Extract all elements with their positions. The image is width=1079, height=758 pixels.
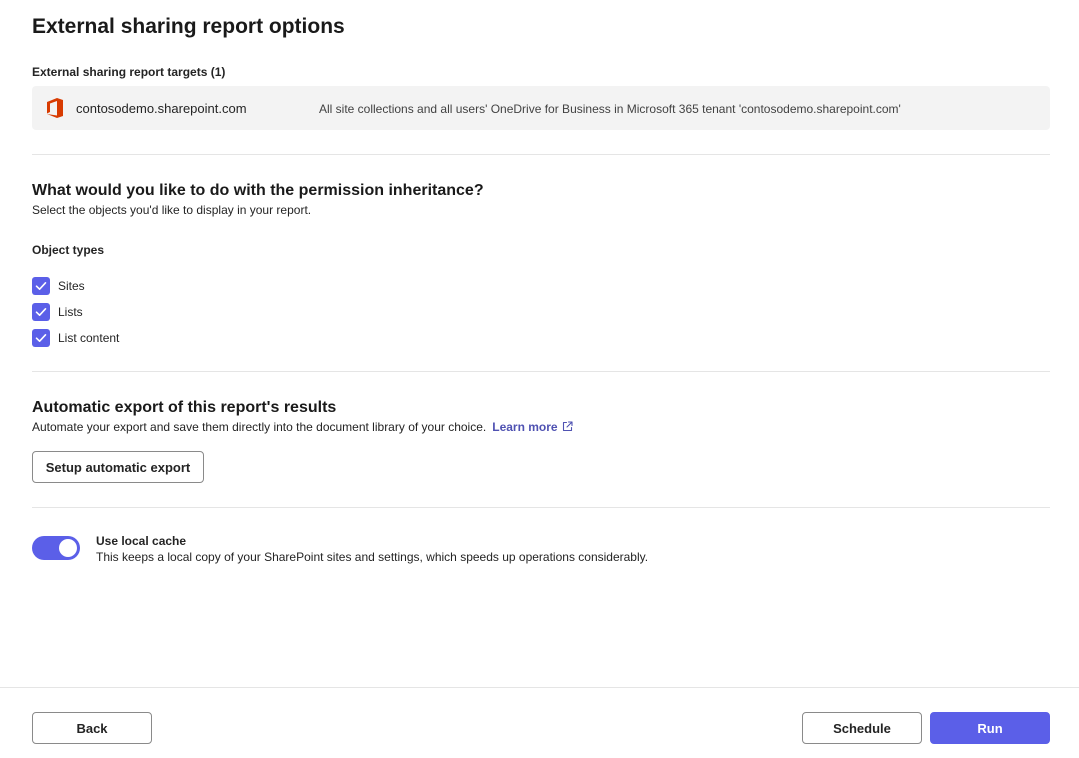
footer-divider: [0, 687, 1079, 688]
toggle-knob: [59, 539, 77, 557]
target-row[interactable]: contosodemo.sharepoint.com All site coll…: [32, 86, 1050, 130]
target-description: All site collections and all users' OneD…: [319, 102, 901, 116]
export-subtitle-text: Automate your export and save them direc…: [32, 420, 487, 434]
checkbox-sites[interactable]: Sites: [32, 277, 85, 295]
divider: [32, 507, 1050, 508]
checkbox-list-content[interactable]: List content: [32, 329, 119, 347]
checkbox-lists[interactable]: Lists: [32, 303, 83, 321]
divider: [32, 371, 1050, 372]
checkbox-label: List content: [58, 331, 120, 345]
run-button[interactable]: Run: [930, 712, 1050, 744]
object-types-label: Object types: [32, 243, 105, 257]
checkbox-label: Lists: [58, 305, 83, 319]
permissions-title: What would you like to do with the permi…: [32, 182, 484, 199]
export-title: Automatic export of this report's result…: [32, 399, 337, 416]
schedule-button[interactable]: Schedule: [802, 712, 922, 744]
cache-description: This keeps a local copy of your SharePoi…: [96, 550, 649, 564]
local-cache-toggle[interactable]: [32, 536, 80, 560]
permissions-subtitle: Select the objects you'd like to display…: [32, 203, 312, 217]
office-icon: [46, 98, 64, 118]
checkbox-checked-icon[interactable]: [32, 329, 50, 347]
back-button[interactable]: Back: [32, 712, 152, 744]
setup-automatic-export-button[interactable]: Setup automatic export: [32, 451, 204, 483]
external-link-icon[interactable]: [562, 421, 573, 432]
checkbox-label: Sites: [58, 279, 85, 293]
page-title: External sharing report options: [32, 15, 345, 38]
divider: [32, 154, 1050, 155]
learn-more-link[interactable]: Learn more: [492, 420, 557, 434]
target-name: contosodemo.sharepoint.com: [76, 101, 247, 116]
checkbox-checked-icon[interactable]: [32, 303, 50, 321]
checkbox-checked-icon[interactable]: [32, 277, 50, 295]
cache-title: Use local cache: [96, 534, 187, 548]
targets-label: External sharing report targets (1): [32, 65, 226, 79]
export-subtitle: Automate your export and save them direc…: [32, 420, 573, 434]
